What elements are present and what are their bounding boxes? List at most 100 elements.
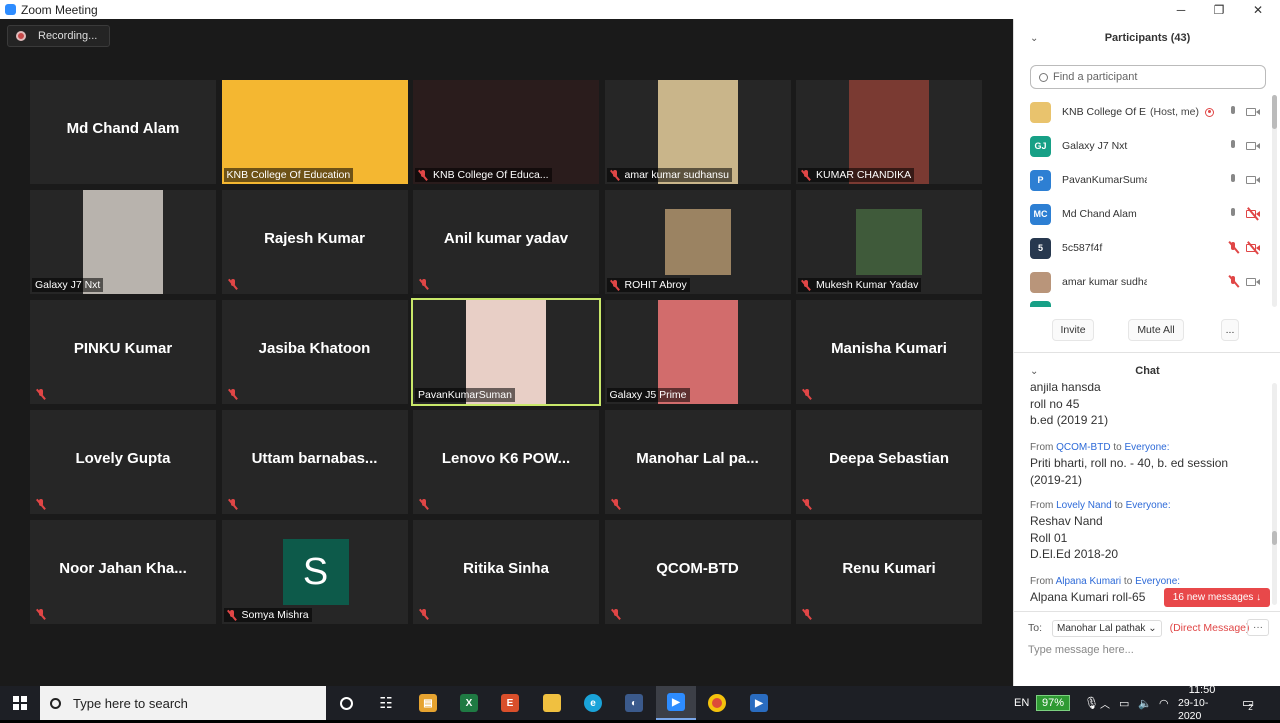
video-icon[interactable] <box>1246 277 1260 287</box>
video-tile[interactable]: QCOM-BTD <box>604 520 791 624</box>
video-off-icon[interactable] <box>1246 207 1260 221</box>
video-tile[interactable]: Md Chand Alam <box>30 80 216 184</box>
participant-name: Deepa Sebastian <box>828 450 950 467</box>
video-tile[interactable]: Lenovo K6 POW... <box>413 410 599 514</box>
video-tile[interactable]: Mukesh Kumar Yadav <box>796 190 982 294</box>
chrome-icon[interactable] <box>697 686 737 720</box>
chat-more-button[interactable]: ··· <box>1247 619 1269 636</box>
participant-row[interactable]: KNB College Of E... (Host, me) <box>1014 95 1268 129</box>
video-tile[interactable]: Renu Kumari <box>796 520 982 624</box>
participants-more-button[interactable]: ... <box>1221 319 1239 341</box>
chat-scrollbar[interactable] <box>1272 383 1277 605</box>
participant-search-input[interactable]: Find a participant <box>1030 65 1266 89</box>
volume-icon[interactable]: 🔈 <box>1138 686 1152 720</box>
minimize-button[interactable]: ─ <box>1162 0 1200 19</box>
video-tile[interactable]: PavanKumarSuman <box>411 298 601 406</box>
zoom-taskbar-icon[interactable]: ▶ <box>656 686 696 720</box>
video-icon[interactable] <box>1246 175 1260 185</box>
recording-indicator[interactable]: Recording... <box>7 25 110 47</box>
mute-all-button[interactable]: Mute All <box>1128 319 1184 341</box>
video-tile[interactable]: Galaxy J7 Nxt <box>30 190 216 294</box>
chat-input-divider <box>1014 611 1280 612</box>
muted-mic-icon <box>228 499 238 510</box>
maximize-button[interactable]: ❐ <box>1200 0 1238 19</box>
clock[interactable]: 11:50 29-10-2020 <box>1178 684 1226 722</box>
participant-name: Galaxy J7 Nxt <box>1062 140 1128 152</box>
recording-icon <box>1205 107 1215 117</box>
mic-icon[interactable] <box>1228 208 1238 220</box>
app-icon[interactable]: ◐ <box>614 686 654 720</box>
invite-button[interactable]: Invite <box>1052 319 1094 341</box>
cortana-icon[interactable] <box>326 686 366 720</box>
video-tile[interactable]: S Somya Mishra <box>221 520 408 624</box>
video-tile[interactable]: PINKU Kumar <box>30 300 216 404</box>
video-tile[interactable]: Manohar Lal pa... <box>604 410 791 514</box>
video-tile[interactable]: amar kumar sudhansu <box>604 80 791 184</box>
video-icon[interactable] <box>1246 107 1260 117</box>
participant-name: Ritika Sinha <box>463 560 549 577</box>
media-player-icon[interactable]: ▶ <box>739 686 779 720</box>
excel-icon[interactable]: X <box>449 686 489 720</box>
video-tile[interactable]: Lovely Gupta <box>30 410 216 514</box>
participant-label: KNB College Of Education <box>223 168 354 182</box>
participant-name: QCOM-BTD <box>656 560 739 577</box>
participant-row[interactable]: MC Md Chand Alam <box>1014 197 1268 231</box>
video-tile[interactable]: ROHIT Abroy <box>604 190 791 294</box>
video-tile[interactable]: Noor Jahan Kha... <box>30 520 216 624</box>
participant-label: PavanKumarSuman <box>415 388 515 402</box>
video-tile[interactable]: Jasiba Khatoon <box>221 300 408 404</box>
video-tile[interactable]: Galaxy J5 Prime <box>604 300 791 404</box>
muted-mic-icon <box>419 499 429 510</box>
video-icon[interactable] <box>1246 141 1260 151</box>
battery-indicator[interactable]: 97% <box>1036 686 1071 720</box>
edge-icon[interactable]: e <box>573 686 613 720</box>
muted-mic-icon <box>228 389 238 400</box>
video-tile[interactable]: Anil kumar yadav <box>413 190 599 294</box>
language-indicator[interactable]: EN <box>1014 686 1029 720</box>
file-explorer-icon[interactable] <box>532 686 572 720</box>
taskbar-search-placeholder: Type here to search <box>73 695 188 711</box>
participant-avatar: P <box>1030 169 1051 191</box>
video-tile[interactable]: Ritika Sinha <box>413 520 599 624</box>
store-icon[interactable]: ▤ <box>408 686 448 720</box>
taskbar-search-box[interactable]: Type here to search <box>40 686 326 720</box>
power-icon[interactable]: ▭ <box>1119 686 1129 720</box>
muted-mic-icon[interactable] <box>1228 275 1240 288</box>
video-off-icon[interactable] <box>1246 241 1260 255</box>
muted-mic-icon <box>801 169 811 181</box>
participant-name: Lovely Gupta <box>75 450 171 467</box>
mic-icon[interactable] <box>1228 106 1238 118</box>
chat-message-input[interactable]: Type message here... <box>1028 644 1134 656</box>
muted-mic-icon <box>802 389 812 400</box>
mic-icon[interactable] <box>1228 174 1238 186</box>
participant-row[interactable]: P PavanKumarSuman <box>1014 163 1268 197</box>
participant-row[interactable]: 5 5c587f4f <box>1014 231 1268 265</box>
muted-mic-icon[interactable] <box>1228 241 1240 254</box>
video-tile[interactable]: Uttam barnabas... <box>221 410 408 514</box>
mic-icon[interactable] <box>1228 140 1238 152</box>
microphone-icon[interactable]: 🎙 <box>1084 686 1099 720</box>
task-view-icon[interactable]: ☷ <box>366 686 406 720</box>
chat-header: Chat <box>1135 365 1160 377</box>
participant-row[interactable]: GJ Galaxy J7 Nxt <box>1014 129 1268 163</box>
new-messages-button[interactable]: 16 new messages ↓ <box>1164 588 1270 607</box>
close-button[interactable]: ✕ <box>1239 0 1277 19</box>
video-tile[interactable]: Rajesh Kumar <box>221 190 408 294</box>
notifications-icon[interactable]: ▭ 2 <box>1242 686 1254 720</box>
participant-row[interactable]: amar kumar sudhansu <box>1014 265 1268 299</box>
video-tile[interactable]: KNB College Of Education <box>221 80 408 184</box>
recipient-dropdown[interactable]: Manohar Lal pathak ⌄ <box>1052 619 1162 637</box>
video-tile[interactable]: KNB College Of Educa... <box>413 80 599 184</box>
battery-percent: 97% <box>1036 695 1071 711</box>
video-tile[interactable]: Manisha Kumari <box>796 300 982 404</box>
wifi-icon[interactable]: ◠ <box>1159 686 1169 720</box>
participants-header: Participants (43) <box>1104 32 1191 44</box>
tray-expand-icon[interactable]: ︿ <box>1100 686 1110 720</box>
video-tile[interactable]: Deepa Sebastian <box>796 410 982 514</box>
participant-name: PINKU Kumar <box>73 340 173 357</box>
start-button[interactable] <box>0 686 40 720</box>
muted-mic-icon <box>610 169 620 181</box>
video-tile[interactable]: KUMAR CHANDIKA <box>796 80 982 184</box>
office-app-icon[interactable]: E <box>490 686 530 720</box>
participant-list-scrollbar[interactable] <box>1272 95 1277 307</box>
